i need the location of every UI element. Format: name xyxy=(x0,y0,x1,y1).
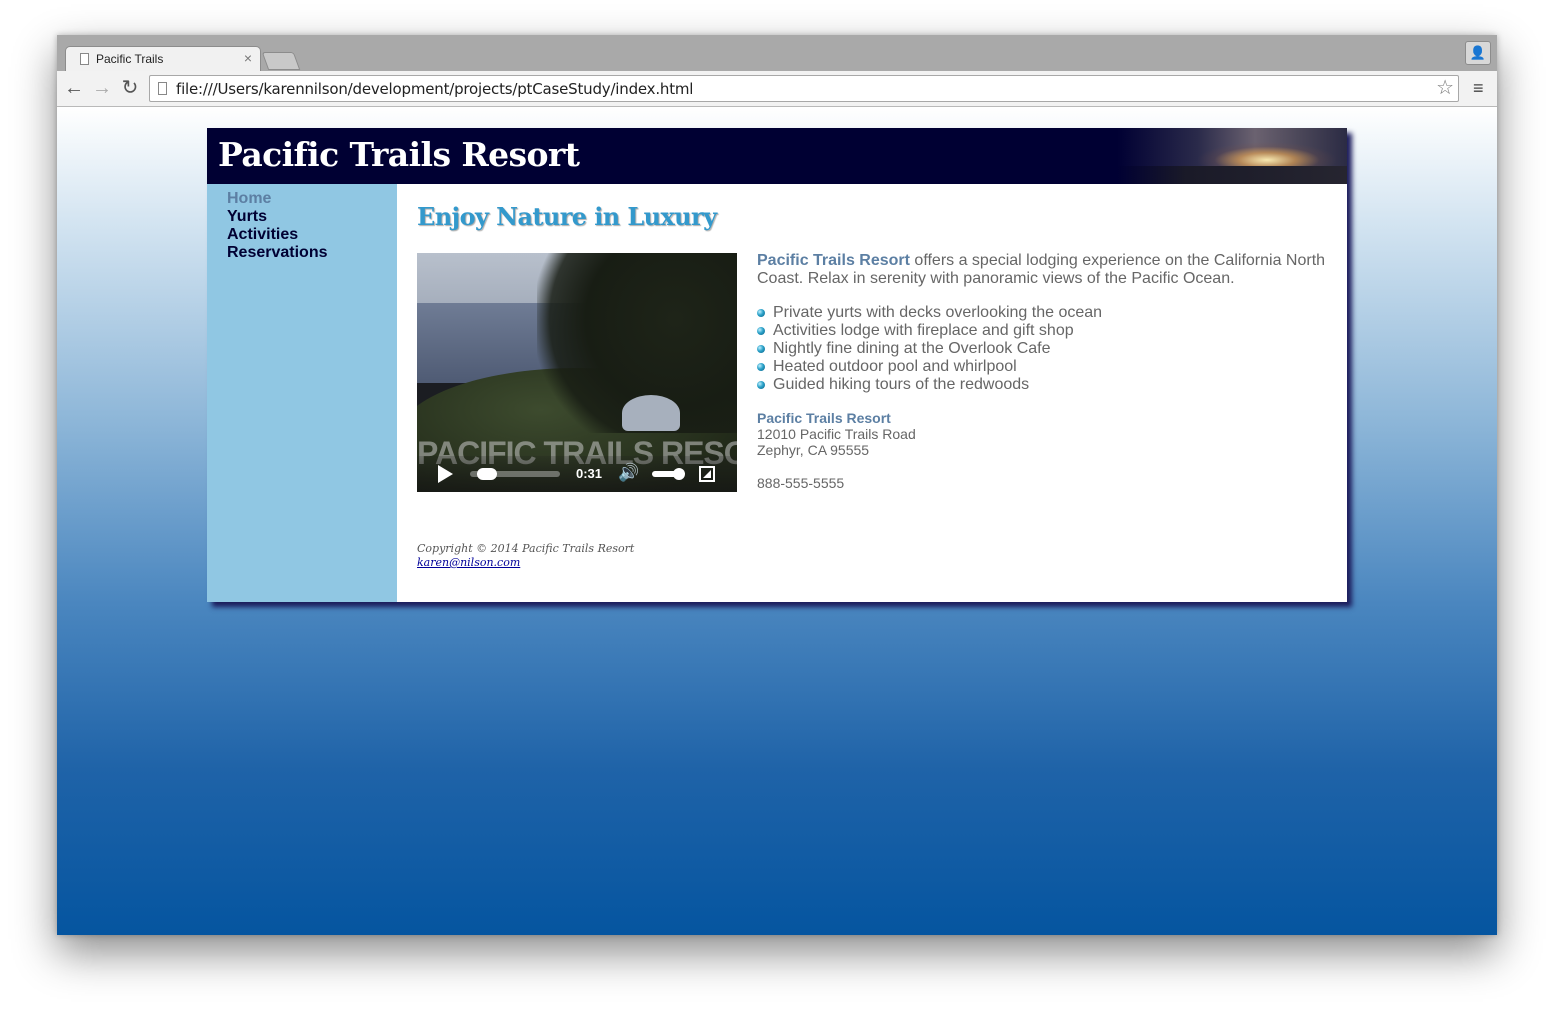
intro-paragraph: Pacific Trails Resort offers a special l… xyxy=(757,252,1337,288)
address-street: 12010 Pacific Trails Road xyxy=(757,426,916,442)
nav-activities[interactable]: Activities xyxy=(227,226,328,244)
intro-column: Pacific Trails Resort offers a special l… xyxy=(757,252,1337,492)
page-viewport: Pacific Trails Resort Home Yurts Activit… xyxy=(57,107,1497,935)
star-icon[interactable]: ☆ xyxy=(1436,76,1454,101)
sunset-shore xyxy=(1117,166,1347,184)
address-city: Zephyr, CA 95555 xyxy=(757,442,870,458)
list-item: Activities lodge with fireplace and gift… xyxy=(757,322,1337,340)
list-item: Heated outdoor pool and whirlpool xyxy=(757,358,1337,376)
site-footer: Copyright © 2014 Pacific Trails Resort k… xyxy=(417,542,634,570)
close-icon[interactable]: × xyxy=(244,50,252,66)
scrubber-handle[interactable] xyxy=(477,468,498,480)
video-controls: 0:31 🔊 xyxy=(417,456,737,492)
address-bar[interactable]: file:///Users/karennilson/development/pr… xyxy=(149,75,1459,102)
browser-window: Pacific Trails × 👤 ← → ↻ file:///Users/k… xyxy=(57,35,1497,935)
volume-icon[interactable]: 🔊 xyxy=(618,463,639,483)
contact-phone: 888-555-5555 xyxy=(757,475,845,491)
page-icon xyxy=(158,82,167,95)
browser-toolbar: ← → ↻ file:///Users/karennilson/developm… xyxy=(57,71,1497,107)
site-nav: Home Yurts Activities Reservations xyxy=(227,190,328,262)
address-name: Pacific Trails Resort xyxy=(757,410,891,426)
nav-home[interactable]: Home xyxy=(227,190,328,208)
tab-title: Pacific Trails xyxy=(96,52,164,66)
list-item: Nightly fine dining at the Overlook Cafe xyxy=(757,340,1337,358)
site-wrapper: Pacific Trails Resort Home Yurts Activit… xyxy=(207,128,1347,602)
forward-arrow-icon[interactable]: → xyxy=(91,77,113,99)
site-header: Pacific Trails Resort xyxy=(207,128,1347,184)
site-title: Pacific Trails Resort xyxy=(218,135,580,174)
page-icon xyxy=(80,53,89,65)
list-item: Private yurts with decks overlooking the… xyxy=(757,304,1337,322)
nav-reservations[interactable]: Reservations xyxy=(227,244,328,262)
fullscreen-icon[interactable] xyxy=(699,466,715,482)
video-time: 0:31 xyxy=(576,466,603,481)
play-icon[interactable] xyxy=(438,465,453,483)
menu-icon[interactable]: ≡ xyxy=(1473,79,1487,97)
url-text[interactable]: file:///Users/karennilson/development/pr… xyxy=(176,80,693,98)
tab-strip: Pacific Trails × 👤 xyxy=(57,35,1497,71)
list-item: Guided hiking tours of the redwoods xyxy=(757,376,1337,394)
video-yurt xyxy=(622,395,680,431)
feature-list: Private yurts with decks overlooking the… xyxy=(757,304,1337,394)
intro-brand: Pacific Trails Resort xyxy=(757,252,910,269)
profile-icon[interactable]: 👤 xyxy=(1465,41,1491,65)
main-content: Enjoy Nature in Luxury PACIFIC TRAILS RE… xyxy=(397,184,1347,602)
back-arrow-icon[interactable]: ← xyxy=(63,77,85,99)
new-tab-button[interactable] xyxy=(261,52,301,70)
copyright: Copyright © 2014 Pacific Trails Resort xyxy=(417,542,635,555)
email-link[interactable]: karen@nilson.com xyxy=(417,556,520,569)
tab-pacific-trails[interactable]: Pacific Trails × xyxy=(65,46,261,71)
volume-handle[interactable] xyxy=(673,468,685,480)
video-player[interactable]: PACIFIC TRAILS RESORT 0:31 🔊 xyxy=(417,253,737,492)
nav-yurts[interactable]: Yurts xyxy=(227,208,328,226)
page-heading: Enjoy Nature in Luxury xyxy=(417,202,717,231)
contact-address: Pacific Trails Resort 12010 Pacific Trai… xyxy=(757,410,1337,458)
reload-icon[interactable]: ↻ xyxy=(119,77,141,99)
